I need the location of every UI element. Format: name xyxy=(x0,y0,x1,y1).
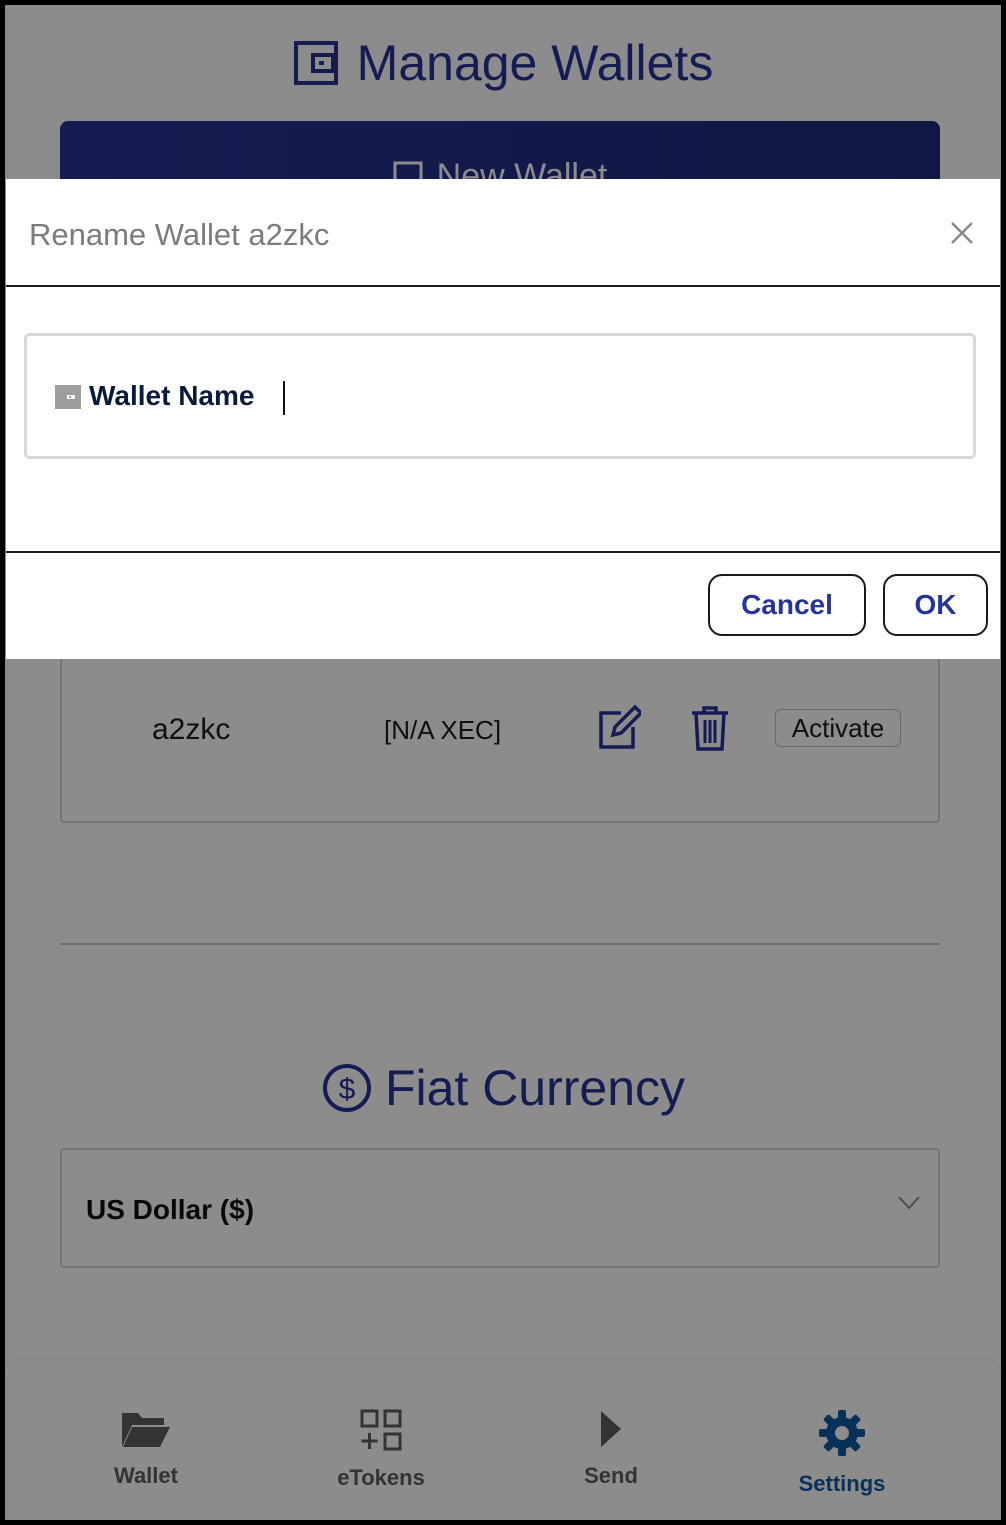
modal-body xyxy=(6,287,1000,551)
text-cursor xyxy=(283,381,285,415)
wallet-name-field[interactable] xyxy=(24,333,976,459)
ok-button[interactable]: OK xyxy=(883,574,988,636)
close-icon[interactable] xyxy=(950,221,974,245)
modal-footer: Cancel OK xyxy=(6,551,1000,659)
wallet-icon xyxy=(55,385,81,409)
modal-title: Rename Wallet a2zkc xyxy=(29,217,330,252)
wallet-name-input[interactable] xyxy=(89,368,949,424)
cancel-button[interactable]: Cancel xyxy=(708,574,866,636)
app-frame: Manage Wallets New Wallet a2zkc [N/A XEC… xyxy=(0,0,1006,1525)
modal-header: Rename Wallet a2zkc xyxy=(6,179,1000,287)
rename-wallet-modal: Rename Wallet a2zkc Cancel OK xyxy=(6,179,1000,659)
